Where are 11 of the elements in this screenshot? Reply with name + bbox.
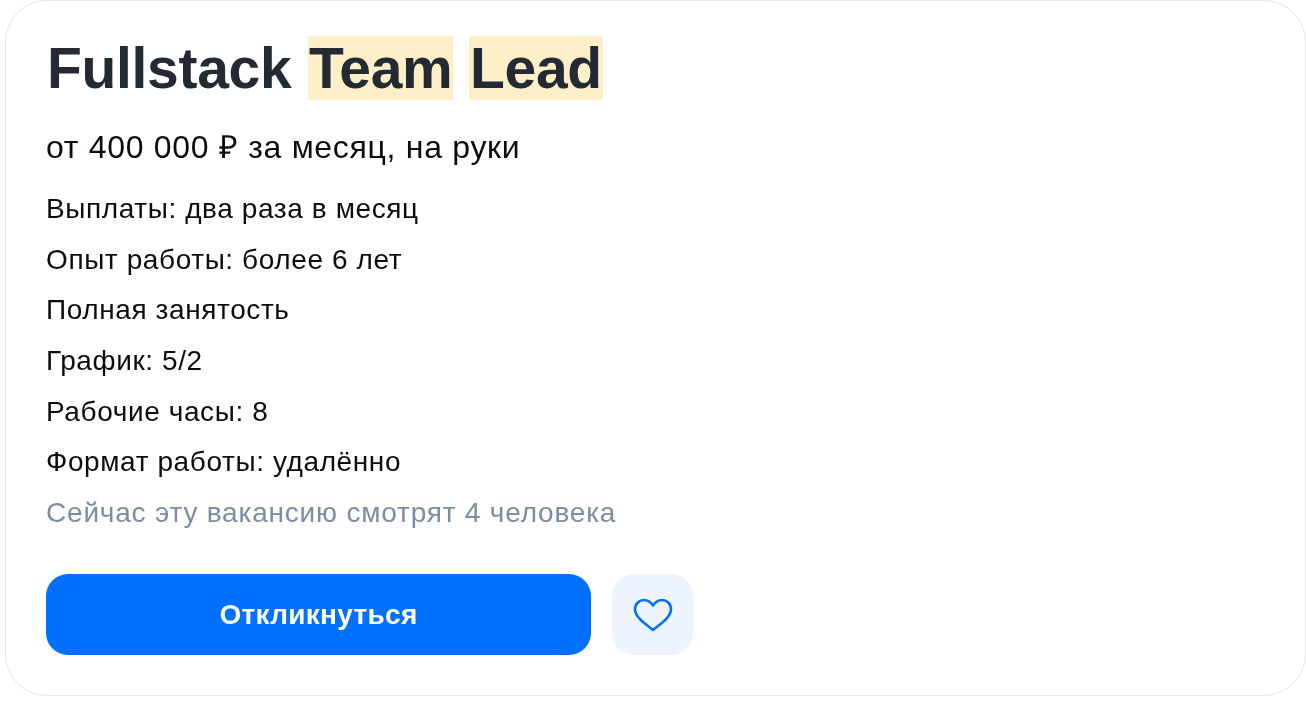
vacancy-detail: Формат работы: удалённо — [46, 445, 402, 480]
viewers-note: Сейчас эту вакансию смотрят 4 человека — [46, 496, 617, 531]
vacancy-title: Fullstack Team Lead — [46, 36, 603, 101]
salary-text: от 400 000 ₽ за месяц, на руки — [46, 128, 521, 166]
vacancy-detail: Полная занятость — [46, 293, 290, 328]
vacancy-detail: График: 5/2 — [46, 344, 203, 379]
apply-button[interactable]: Откликнуться — [46, 574, 591, 656]
favorite-button[interactable] — [612, 574, 693, 656]
vacancy-detail: Рабочие часы: 8 — [46, 394, 269, 429]
vacancy-detail: Выплаты: два раза в месяц — [46, 192, 419, 226]
vacancy-detail: Опыт работы: более 6 лет — [46, 242, 403, 277]
